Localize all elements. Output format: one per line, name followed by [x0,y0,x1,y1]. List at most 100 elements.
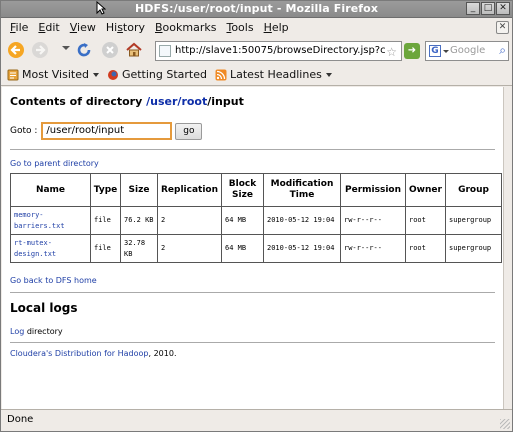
cell-permission: rw-r--r-- [340,234,406,263]
dfs-home-link[interactable]: Go back to DFS home [10,276,97,285]
cell-block-size: 64 MB [221,206,264,235]
menu-history[interactable]: History [101,21,150,34]
menu-bar: File Edit View History Bookmarks Tools H… [1,19,512,36]
menu-edit[interactable]: Edit [33,21,64,34]
cell-replication: 2 [157,234,222,263]
bookmark-latest-headlines[interactable]: Latest Headlines [215,68,332,81]
table-row: rt-mutex-design.txt file 32.78 KB 2 64 M… [10,234,502,263]
goto-form: Goto : /user/root/input go [10,122,495,140]
cell-group: supergroup [445,234,502,263]
title-bar[interactable]: HDFS:/user/root/input - Mozilla Firefox … [1,1,512,18]
log-line: Log directory [10,327,495,336]
stop-button[interactable] [101,41,119,59]
bookmarks-icon [7,69,19,80]
site-favicon-icon [159,45,171,57]
bookmark-star-icon[interactable]: ☆ [386,43,397,60]
search-box[interactable]: G Google ⌕ [425,41,509,61]
maximize-button[interactable]: □ [481,2,495,15]
footer-suffix: , 2010. [148,349,177,358]
cell-owner: root [405,206,446,235]
file-link[interactable]: memory-barriers.txt [14,211,65,230]
navigation-toolbar: http://slave1:50075/browseDirectory.jsp?… [1,37,512,63]
cell-size: 76.2 KB [120,206,158,235]
google-engine-icon[interactable]: G [429,45,441,57]
firefox-icon [107,69,118,80]
cell-type: file [90,206,121,235]
col-owner: Owner [405,173,446,207]
log-link[interactable]: Log [10,327,24,336]
close-window-button[interactable]: ✕ [496,2,510,15]
directory-listing-table: Name Type Size Replication Block Size Mo… [10,173,502,263]
bookmark-most-visited[interactable]: Most Visited [7,68,99,81]
history-dropdown-icon[interactable] [62,46,70,50]
bookmark-label: Latest Headlines [230,68,322,81]
cell-size: 32.78 KB [120,234,158,263]
file-link[interactable]: rt-mutex-design.txt [14,239,56,258]
goto-path-input[interactable]: /user/root/input [41,122,173,140]
search-placeholder: Google [450,45,486,56]
menu-view[interactable]: View [65,21,101,34]
path-user-link[interactable]: user [150,95,177,108]
stop-icon [102,42,118,58]
address-bar[interactable]: http://slave1:50075/browseDirectory.jsp?… [155,41,402,61]
bookmark-getting-started[interactable]: Getting Started [107,68,207,81]
log-suffix: directory [24,327,63,336]
reload-button[interactable] [75,41,93,59]
back-arrow-icon [8,42,24,58]
home-icon [126,42,142,57]
rss-icon [215,69,227,80]
menu-file[interactable]: File [5,21,33,34]
cell-owner: root [405,234,446,263]
col-size: Size [120,173,158,207]
vertical-scrollbar[interactable] [503,87,512,409]
divider [10,149,495,150]
go-button[interactable]: go [175,122,203,140]
cloudera-link[interactable]: Cloudera's Distribution for Hadoop [10,349,149,358]
col-block-size: Block Size [221,173,264,207]
cell-name: rt-mutex-design.txt [10,234,91,263]
close-tab-icon[interactable]: ✕ [496,21,509,34]
resize-grip-icon[interactable] [500,419,510,429]
col-name: Name [10,173,91,207]
cell-block-size: 64 MB [221,234,264,263]
mouse-pointer-icon [96,1,106,15]
heading-prefix: Contents of directory [10,95,143,108]
menu-help[interactable]: Help [259,21,294,34]
parent-directory-link[interactable]: Go to parent directory [10,159,99,168]
divider [10,342,495,343]
window-title: HDFS:/user/root/input - Mozilla Firefox [134,2,379,15]
forward-arrow-icon [32,42,48,58]
cell-permission: rw-r--r-- [340,206,406,235]
col-replication: Replication [157,173,222,207]
home-button[interactable] [125,41,143,59]
search-engine-dropdown-icon[interactable] [443,50,449,53]
menu-bookmarks[interactable]: Bookmarks [150,21,221,34]
chevron-down-icon [325,72,332,77]
table-header-row: Name Type Size Replication Block Size Mo… [10,173,502,207]
cell-type: file [90,234,121,263]
cell-group: supergroup [445,206,502,235]
page-content: Contents of directory /user/root/input G… [2,87,503,409]
browser-window: HDFS:/user/root/input - Mozilla Firefox … [0,0,513,432]
col-permission: Permission [340,173,406,207]
divider [10,292,495,293]
search-magnifier-icon[interactable]: ⌕ [499,43,506,58]
col-modification-time: Modification Time [263,173,341,207]
cell-modification-time: 2010-05-12 19:04 [263,206,341,235]
go-arrow-icon[interactable]: ➜ [404,43,420,59]
minimize-button[interactable]: _ [466,2,480,15]
cell-name: memory-barriers.txt [10,206,91,235]
window-controls: _ □ ✕ [466,2,510,15]
path-root-dir-link[interactable]: root [181,95,207,108]
goto-label: Goto : [10,126,38,136]
status-bar: Done [1,409,512,431]
page-title: Contents of directory /user/root/input [10,95,495,108]
local-logs-heading: Local logs [10,301,78,315]
back-button[interactable] [7,41,25,59]
forward-button[interactable] [31,41,49,59]
menu-tools[interactable]: Tools [221,21,258,34]
bookmark-label: Getting Started [121,68,207,81]
col-type: Type [90,173,121,207]
path-tail: /input [207,95,244,108]
col-group: Group [445,173,502,207]
